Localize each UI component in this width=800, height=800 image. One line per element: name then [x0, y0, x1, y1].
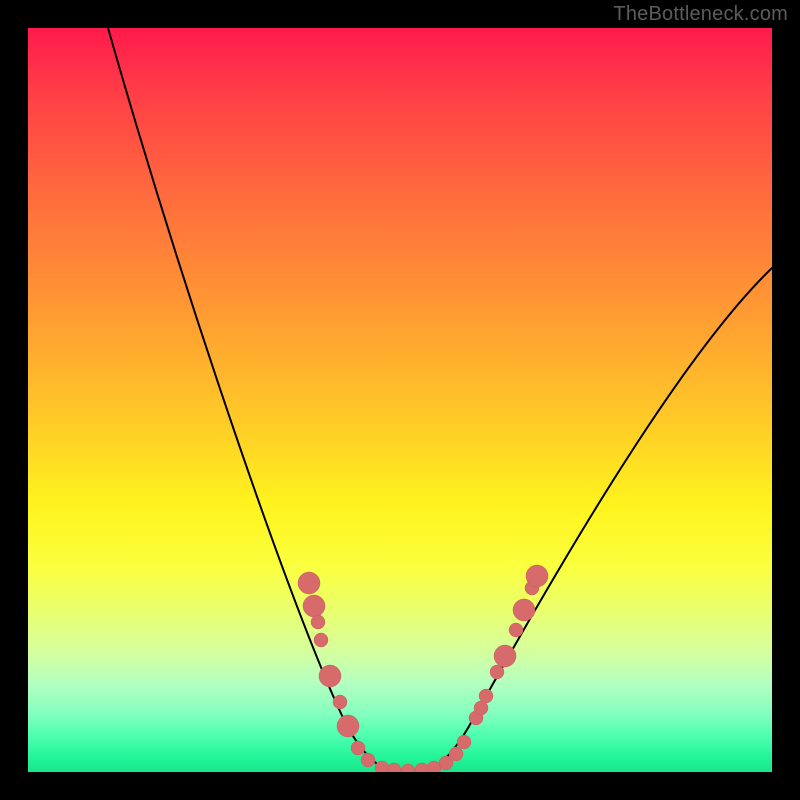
datapoints-group	[298, 565, 548, 772]
data-point	[337, 715, 359, 737]
data-point	[401, 764, 415, 772]
data-point	[303, 595, 325, 617]
data-point	[333, 695, 347, 709]
data-point	[314, 633, 328, 647]
plot-area	[28, 28, 772, 772]
data-point	[351, 741, 365, 755]
data-point	[479, 689, 493, 703]
watermark-text: TheBottleneck.com	[613, 3, 788, 26]
data-point	[298, 572, 320, 594]
bottleneck-curve	[108, 28, 772, 772]
data-point	[449, 747, 463, 761]
data-point	[526, 565, 548, 587]
data-point	[361, 753, 375, 767]
chart-frame: TheBottleneck.com	[0, 0, 800, 800]
data-point	[319, 665, 341, 687]
data-point	[509, 623, 523, 637]
data-point	[457, 735, 471, 749]
data-point	[513, 599, 535, 621]
chart-svg	[28, 28, 772, 772]
data-point	[494, 645, 516, 667]
data-point	[387, 763, 401, 772]
data-point	[311, 615, 325, 629]
data-point	[490, 665, 504, 679]
